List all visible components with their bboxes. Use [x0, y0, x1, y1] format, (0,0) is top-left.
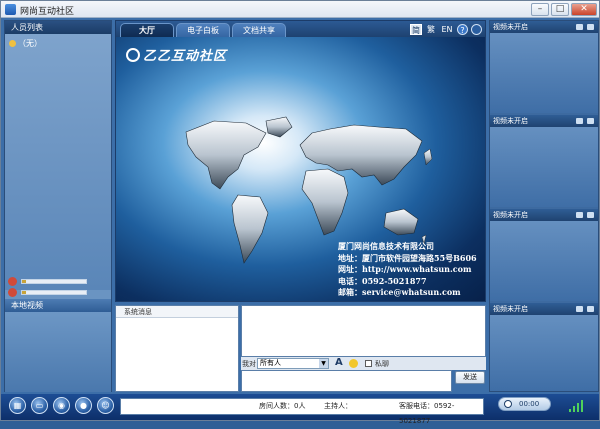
- chat-target-value: 所有人: [260, 359, 281, 367]
- window-title: 网尚互动社区: [20, 7, 75, 17]
- company-phone: 电话：0592-5021877: [338, 275, 427, 286]
- local-video-title: 本地视频: [5, 299, 111, 312]
- video-slot-header: 视频未开启: [490, 21, 598, 33]
- app-icon: [5, 4, 16, 15]
- camera-icon[interactable]: [576, 212, 583, 218]
- service-phone: 客服电话：0592-5021877: [399, 402, 455, 425]
- continent-greenland: [265, 116, 293, 138]
- company-name: 厦门网尚信息技术有限公司: [338, 241, 434, 251]
- camera-icon[interactable]: [576, 306, 583, 312]
- send-button[interactable]: 发送: [455, 371, 485, 384]
- lang-traditional-button[interactable]: 繁: [425, 24, 437, 35]
- mic-volume-fill: [22, 291, 26, 294]
- company-email: 邮箱：service@whatsun.com: [338, 287, 461, 297]
- video-slot[interactable]: 视频未开启: [490, 115, 598, 207]
- video-options-icon[interactable]: [587, 306, 594, 312]
- record-icon[interactable]: ●: [75, 397, 92, 414]
- main-stage-panel: 大厅 电子白板 文档共享 简 繁 EN ? 乙乙互动社区 厦门网尚信息技术有限公…: [115, 20, 486, 302]
- video-slot-status: 视频未开启: [493, 211, 528, 219]
- app-window: 网尚互动社区 – □ ✕ 人员列表 （无） 本地视频 大厅 电子白板 文档共享 …: [0, 0, 600, 425]
- speaker-volume[interactable]: [8, 277, 108, 286]
- font-button[interactable]: A: [335, 357, 343, 368]
- video-slot[interactable]: 视频未开启: [490, 209, 598, 301]
- room-count: 房间人数：0人: [259, 402, 306, 410]
- video-slot[interactable]: 视频未开启: [490, 21, 598, 113]
- chevron-down-icon[interactable]: ▼: [319, 359, 328, 368]
- private-chat-checkbox[interactable]: [365, 360, 372, 367]
- maximize-button[interactable]: □: [551, 3, 569, 16]
- chat-toolbar: 我对 所有人 ▼ A 私聊: [241, 357, 486, 370]
- local-video: [5, 312, 111, 392]
- speaker-volume-slider[interactable]: [21, 279, 87, 284]
- company-website: 网址：http://www.whatsun.com: [338, 264, 472, 274]
- title-bar[interactable]: 网尚互动社区 – □ ✕: [1, 1, 599, 18]
- video-options-icon[interactable]: [587, 212, 594, 218]
- chat-target-select[interactable]: 所有人 ▼: [257, 358, 329, 369]
- host-label: 主持人：: [324, 402, 352, 410]
- tab-whiteboard[interactable]: 电子白板: [176, 23, 230, 37]
- continent-africa: [301, 168, 349, 236]
- chat-to-label: 我对: [242, 360, 256, 368]
- layout-icon[interactable]: ▦: [9, 397, 26, 414]
- chat-input[interactable]: [241, 370, 452, 392]
- clock-icon: [504, 400, 512, 408]
- share-icon[interactable]: ◉: [53, 397, 70, 414]
- screen-icon[interactable]: ▭: [31, 397, 48, 414]
- right-panel: 视频未开启 视频未开启 视频未开启 视频未开启: [489, 20, 599, 392]
- help-icon[interactable]: ?: [457, 24, 468, 35]
- user-icon[interactable]: ☺: [97, 397, 114, 414]
- speaker-volume-fill: [22, 280, 26, 283]
- camera-icon[interactable]: [576, 118, 583, 124]
- video-options-icon[interactable]: [587, 24, 594, 30]
- continent-south-america: [231, 194, 269, 264]
- user-list-title: 人员列表: [5, 21, 111, 34]
- lobby-stage: 乙乙互动社区 厦门网尚信息技术有限公司 地址：厦门市软件园望海路55号B606 …: [116, 37, 485, 301]
- camera-icon[interactable]: [576, 24, 583, 30]
- video-slot-header: 视频未开启: [490, 209, 598, 221]
- video-slot-status: 视频未开启: [493, 117, 528, 125]
- tab-bar: 大厅 电子白板 文档共享 简 繁 EN ?: [116, 21, 485, 37]
- room-info-bar: 房间人数：0人 主持人： 客服电话：0592-5021877: [120, 398, 484, 425]
- microphone-icon[interactable]: [8, 288, 17, 297]
- video-slot-status: 视频未开启: [493, 23, 528, 31]
- continent-north-america: [185, 120, 267, 190]
- continent-australia: [383, 208, 419, 236]
- emoticon-icon[interactable]: [349, 359, 358, 368]
- user-list[interactable]: （无）: [5, 34, 111, 290]
- list-item[interactable]: （无）: [9, 38, 42, 49]
- minimize-button[interactable]: –: [531, 3, 549, 16]
- video-slot-status: 视频未开启: [493, 305, 528, 313]
- speaker-icon[interactable]: [8, 277, 17, 286]
- lang-english-button[interactable]: EN: [440, 24, 454, 35]
- user-icon: [9, 40, 16, 47]
- company-info: 厦门网尚信息技术有限公司 地址：厦门市软件园望海路55号B606 网址：http…: [338, 241, 477, 299]
- video-slot-header: 视频未开启: [490, 303, 598, 315]
- settings-icon[interactable]: [471, 24, 482, 35]
- left-panel: 人员列表 （无） 本地视频: [4, 20, 112, 392]
- private-chat-label: 私聊: [375, 360, 389, 368]
- close-button[interactable]: ✕: [571, 3, 597, 16]
- video-slot[interactable]: 视频未开启: [490, 303, 598, 391]
- system-messages-title: 系统消息: [116, 306, 238, 318]
- session-timer: 00:00: [498, 397, 551, 411]
- mic-volume[interactable]: [8, 288, 108, 297]
- user-item-label: （无）: [18, 39, 42, 48]
- system-messages-panel[interactable]: 系统消息: [115, 305, 239, 392]
- tab-document-share[interactable]: 文档共享: [232, 23, 286, 37]
- island-japan: [423, 148, 433, 166]
- video-options-icon[interactable]: [587, 118, 594, 124]
- lang-simplified-button[interactable]: 简: [410, 24, 422, 35]
- chat-log[interactable]: [241, 305, 486, 357]
- mic-volume-slider[interactable]: [21, 290, 87, 295]
- tab-lobby[interactable]: 大厅: [120, 23, 174, 37]
- video-slot-header: 视频未开启: [490, 115, 598, 127]
- company-address: 地址：厦门市软件园望海路55号B606: [338, 252, 477, 263]
- timer-value: 00:00: [519, 400, 540, 408]
- signal-icon: [569, 400, 585, 412]
- status-bar: ▦ ▭ ◉ ● ☺ 房间人数：0人 主持人： 客服电话：0592-5021877…: [1, 394, 599, 425]
